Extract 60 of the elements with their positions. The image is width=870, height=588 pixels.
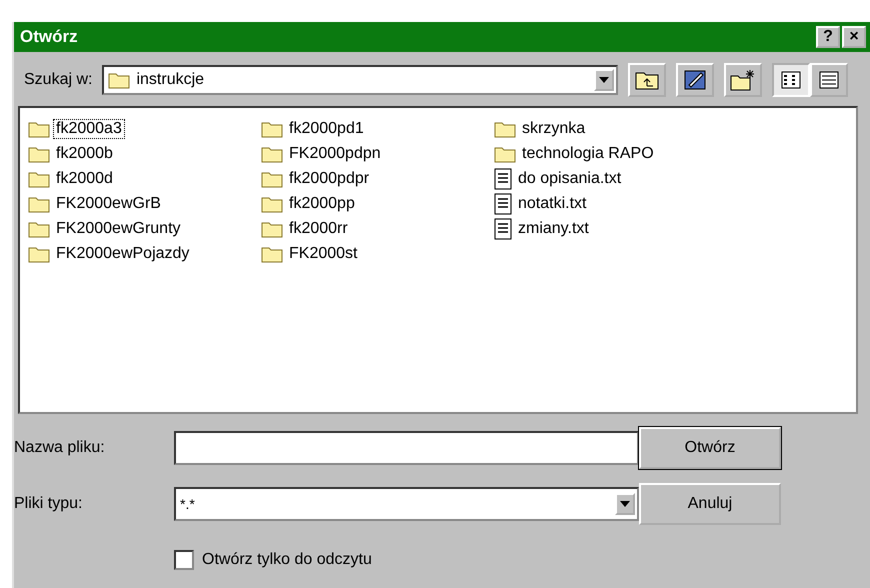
list-view-icon bbox=[781, 71, 802, 89]
folder-icon bbox=[261, 170, 283, 188]
folder-icon bbox=[261, 144, 283, 162]
dropdown-arrow-icon bbox=[620, 501, 630, 507]
file-item[interactable]: FK2000ewPojazdy bbox=[54, 244, 192, 262]
cancel-button[interactable]: Anuluj bbox=[639, 483, 781, 525]
desktop-button[interactable] bbox=[676, 63, 714, 97]
file-item[interactable]: fk2000pd1 bbox=[287, 120, 366, 138]
up-folder-button[interactable] bbox=[628, 63, 666, 97]
file-item[interactable]: fk2000pdpr bbox=[287, 170, 372, 188]
file-item[interactable]: fk2000a3 bbox=[54, 120, 124, 138]
folder-icon bbox=[28, 244, 50, 262]
look-in-label: Szukaj w: bbox=[23, 71, 92, 89]
read-only-label: Otwórz tylko do odczytu bbox=[202, 551, 372, 569]
file-item[interactable]: fk2000b bbox=[54, 144, 115, 162]
folder-icon bbox=[28, 144, 50, 162]
folder-icon bbox=[261, 244, 283, 262]
folder-icon bbox=[108, 71, 130, 89]
text-file-icon bbox=[494, 192, 512, 214]
folder-icon bbox=[261, 220, 283, 238]
dropdown-arrow-icon bbox=[599, 77, 610, 83]
read-only-checkbox[interactable] bbox=[174, 550, 194, 570]
help-button[interactable]: ? bbox=[816, 26, 840, 48]
new-folder-button[interactable] bbox=[724, 63, 762, 97]
folder-icon bbox=[28, 120, 50, 138]
file-item[interactable]: notatki.txt bbox=[516, 194, 588, 212]
file-item[interactable]: fk2000d bbox=[54, 170, 115, 188]
file-item[interactable]: technologia RAPO bbox=[520, 144, 656, 162]
file-item[interactable]: fk2000pp bbox=[287, 194, 357, 212]
text-file-icon bbox=[494, 218, 512, 240]
file-item[interactable]: skrzynka bbox=[520, 120, 588, 138]
look-in-dropdown[interactable]: instrukcje bbox=[102, 65, 618, 95]
folder-icon bbox=[28, 170, 50, 188]
file-item[interactable]: FK2000ewGrunty bbox=[54, 220, 183, 238]
desktop-icon bbox=[683, 69, 708, 91]
file-item[interactable]: zmiany.txt bbox=[516, 220, 591, 238]
text-file-icon bbox=[494, 168, 512, 190]
file-name-label: Nazwa pliku: bbox=[14, 439, 106, 457]
file-name-field[interactable] bbox=[174, 431, 639, 465]
file-item[interactable]: FK2000st bbox=[287, 244, 360, 262]
details-view-button[interactable] bbox=[810, 63, 848, 97]
details-view-icon bbox=[819, 71, 840, 89]
file-item[interactable]: FK2000pdpn bbox=[287, 144, 383, 162]
file-type-label: Pliki typu: bbox=[14, 495, 84, 513]
close-button[interactable]: × bbox=[842, 26, 866, 48]
folder-icon bbox=[494, 144, 516, 162]
file-type-dropdown[interactable]: *.* bbox=[174, 487, 639, 521]
file-item[interactable]: fk2000rr bbox=[287, 220, 350, 238]
folder-icon bbox=[261, 194, 283, 212]
list-view-button[interactable] bbox=[772, 63, 810, 97]
file-item[interactable]: do opisania.txt bbox=[516, 170, 624, 188]
folder-icon bbox=[28, 220, 50, 238]
file-item[interactable]: FK2000ewGrB bbox=[54, 194, 163, 212]
window-title: Otwórz bbox=[20, 27, 79, 47]
folder-icon bbox=[494, 120, 516, 138]
new-folder-icon bbox=[730, 69, 756, 91]
folder-icon bbox=[261, 120, 283, 138]
folder-up-icon bbox=[635, 70, 660, 90]
folder-icon bbox=[28, 194, 50, 212]
open-button[interactable]: Otwórz bbox=[639, 427, 781, 469]
